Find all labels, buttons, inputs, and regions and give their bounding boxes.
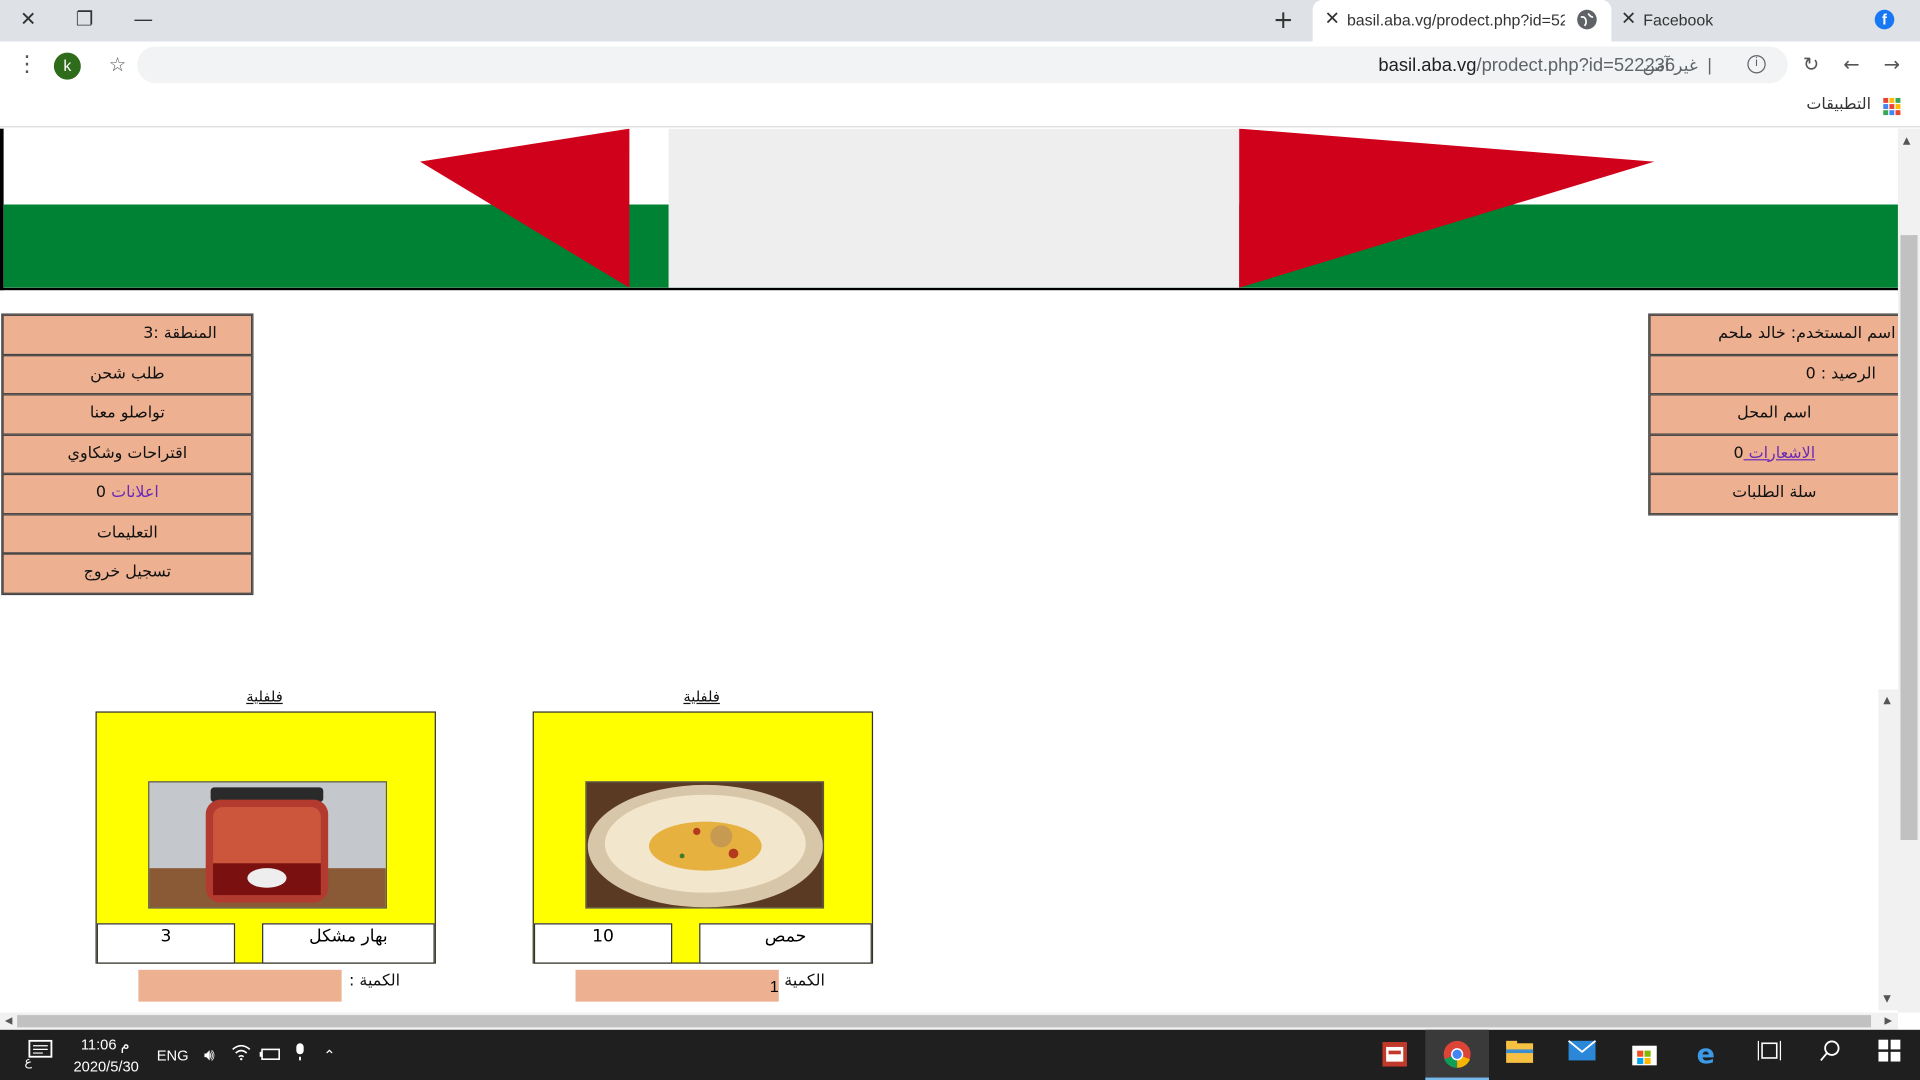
battery-icon[interactable] (255, 1040, 287, 1072)
language-indicator[interactable]: ENG (157, 1047, 189, 1064)
shop-name-row: اسم المحل (1649, 394, 1898, 435)
scroll-left-arrow-icon[interactable]: ◀ (5, 1015, 13, 1026)
hummus-image[interactable] (585, 781, 825, 909)
ads-row: اعلانات 0 (2, 473, 253, 514)
chrome-icon[interactable] (1441, 1040, 1473, 1072)
instructions-item[interactable]: التعليمات (2, 513, 253, 554)
security-label: غير آمن | (1642, 55, 1712, 75)
windows-taskbar: ع 11:06 م 2020/5/30 ENG 🔊︎ ⌃ e (0, 1029, 1920, 1080)
product-name-cell: حمص (699, 923, 872, 964)
menu-kebab-icon[interactable]: ⋮ (12, 50, 41, 79)
scroll-down-arrow-icon[interactable]: ▼ (1883, 993, 1891, 1004)
chevron-up-icon[interactable]: ⌃ (313, 1040, 345, 1072)
browser-tab-bar: ✕ ❐ — + ✕ basil.aba.vg/prodect.php?id=52… (0, 0, 1920, 42)
orders-basket-row[interactable]: سلة الطلبات (1649, 473, 1898, 514)
address-bar[interactable]: basil.aba.vg/prodect.php?id=522236 غير آ… (137, 46, 1788, 84)
logout-item[interactable]: تسجيل خروج (2, 553, 253, 594)
bookmarks-bar: التطبيقات (0, 88, 1920, 128)
facebook-icon: f (1874, 9, 1895, 30)
app-icon-red[interactable] (1379, 1040, 1411, 1072)
palestine-flag-image (3, 128, 1898, 288)
apps-grid-icon[interactable] (1883, 97, 1901, 116)
region-row: المنطقة :3 (2, 314, 253, 355)
user-info-panel: اسم المستخدم: خالد ملحم الرصيد : 0 اسم ا… (1648, 313, 1898, 515)
clock-time[interactable]: 11:06 م (81, 1036, 130, 1053)
spice-jar-image[interactable] (148, 781, 387, 909)
volume-icon[interactable]: 🔊︎ (193, 1040, 225, 1072)
balance-row: الرصيد : 0 (1649, 354, 1898, 395)
quantity-label: الكمية : (773, 972, 825, 991)
url-text: basil.aba.vg/prodect.php?id=522236 (1378, 55, 1676, 76)
back-arrow-icon[interactable]: ← (1837, 50, 1866, 79)
forward-arrow-icon[interactable]: → (1877, 50, 1906, 79)
notifications-row: الاشعارات 0 (1649, 434, 1898, 474)
notifications-link[interactable]: الاشعارات (1744, 444, 1815, 462)
search-icon[interactable] (1815, 1040, 1847, 1072)
web-page: اسم المستخدم: خالد ملحم الرصيد : 0 اسم ا… (0, 128, 1898, 1013)
scroll-right-arrow-icon[interactable]: ▶ (1885, 1015, 1893, 1026)
product-name-cell: بهار مشكل (262, 923, 435, 964)
minimize-window-icon[interactable]: — (125, 5, 162, 34)
clock-date[interactable]: 2020/5/30 (73, 1058, 138, 1075)
contact-us-item[interactable]: تواصلو معنا (2, 394, 253, 435)
horizontal-scroll-thumb[interactable] (17, 1015, 1872, 1028)
apps-shortcut-label[interactable]: التطبيقات (1806, 96, 1871, 114)
product-card[interactable]: حمص 10 (532, 711, 874, 964)
frame-vertical-scrollbar[interactable] (1878, 689, 1898, 1011)
tab-facebook[interactable]: ✕ Facebook f (1611, 0, 1920, 42)
product-card[interactable]: بهار مشكل 3 (95, 711, 436, 964)
bookmark-star-icon[interactable]: ☆ (103, 50, 132, 79)
quantity-label: الكمية : (348, 972, 401, 991)
profile-avatar[interactable]: k (53, 52, 81, 80)
browser-toolbar: ⋮ k ☆ basil.aba.vg/prodect.php?id=522236… (0, 41, 1920, 89)
windows-start-icon[interactable] (1873, 1039, 1905, 1072)
product-category-label[interactable]: فلفلية (640, 688, 762, 705)
product-price-cell: 10 (533, 923, 673, 964)
tab-title: basil.aba.vg/prodect.php?id=522 (1346, 11, 1565, 30)
scroll-up-arrow-icon[interactable]: ▲ (1883, 694, 1891, 705)
ads-link[interactable]: اعلانات (111, 484, 159, 502)
wifi-icon[interactable] (225, 1040, 257, 1072)
globe-icon (1577, 9, 1597, 30)
restore-window-icon[interactable]: ❐ (66, 5, 103, 34)
shipping-request-item[interactable]: طلب شحن (2, 354, 253, 395)
new-tab-button[interactable]: + (1269, 6, 1298, 35)
product-price-cell: 3 (96, 923, 236, 964)
username-row: اسم المستخدم: خالد ملحم (1649, 314, 1898, 355)
mail-icon[interactable] (1566, 1040, 1598, 1072)
close-tab-icon[interactable]: ✕ (1322, 9, 1342, 30)
microphone-icon[interactable] (284, 1040, 316, 1072)
reload-icon[interactable]: ↻ (1796, 50, 1825, 79)
suggestions-item[interactable]: اقتراحات وشكاوي (2, 434, 253, 474)
product-category-label[interactable]: فلفلية (203, 688, 325, 705)
quantity-input[interactable] (138, 969, 342, 1002)
info-icon[interactable]: i (1747, 55, 1766, 74)
scroll-up-arrow-icon[interactable]: ▲ (1903, 135, 1911, 146)
tab-basil[interactable]: ✕ basil.aba.vg/prodect.php?id=522 (1312, 0, 1612, 42)
ads-count: 0 (95, 483, 112, 503)
notifications-count: 0 (1733, 443, 1744, 463)
tab-title: Facebook (1643, 11, 1714, 30)
page-vertical-scroll-thumb[interactable] (1900, 235, 1918, 841)
close-window-icon[interactable]: ✕ (10, 5, 47, 34)
quantity-input[interactable] (575, 969, 779, 1002)
close-tab-icon[interactable]: ✕ (1619, 9, 1639, 30)
flag-banner (0, 128, 1898, 291)
keyboard-indicator[interactable]: ع (24, 1056, 31, 1069)
menu-panel: المنطقة :3 طلب شحن تواصلو معنا اقتراحات … (1, 313, 254, 595)
edge-icon[interactable]: e (1690, 1040, 1722, 1072)
file-explorer-icon[interactable] (1504, 1040, 1536, 1072)
task-view-icon[interactable] (1753, 1040, 1785, 1072)
microsoft-store-icon[interactable] (1629, 1040, 1661, 1072)
